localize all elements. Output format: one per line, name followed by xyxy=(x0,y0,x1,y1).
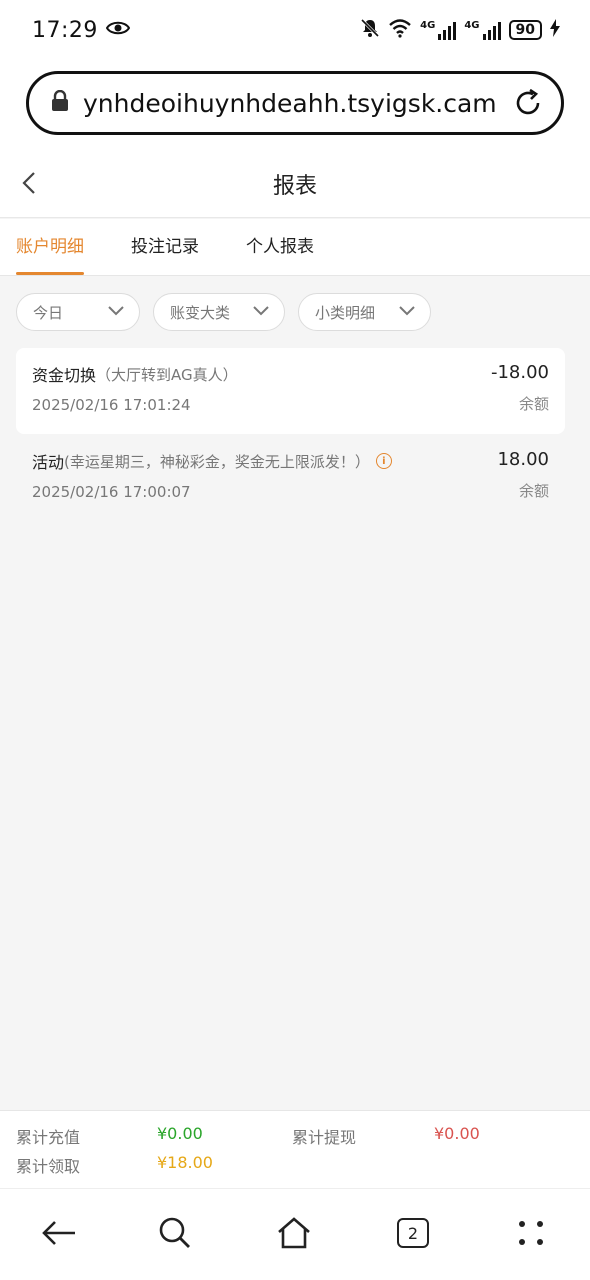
tab-bar: 账户明细 投注记录 个人报表 xyxy=(0,219,590,276)
total-withdraw-label: 累计提现 xyxy=(292,1128,357,1147)
back-chevron-icon[interactable] xyxy=(14,168,44,198)
status-left: 17:29 xyxy=(32,17,131,43)
more-menu-icon[interactable] xyxy=(509,1211,553,1255)
mute-bell-icon xyxy=(360,18,380,42)
record-title: 活动 (幸运星期三，神秘彩金，奖金无上限派发！） i xyxy=(32,449,549,473)
total-withdraw-value: ¥0.00 xyxy=(434,1124,480,1143)
record-subtitle: (幸运星期三，神秘彩金，奖金无上限派发！） xyxy=(64,452,370,471)
total-recharge-value: ¥0.00 xyxy=(157,1124,203,1143)
filter-subcategory-select[interactable]: 小类明细 xyxy=(298,293,431,331)
page-title: 报表 xyxy=(272,173,317,199)
record-type: 活动 xyxy=(32,453,65,472)
search-icon[interactable] xyxy=(153,1211,197,1255)
filter-date-select[interactable]: 今日 xyxy=(16,293,140,331)
tab-account-details[interactable]: 账户明细 xyxy=(16,219,84,276)
summary-footer: 累计充值 ¥0.00 累计提现 ¥0.00 累计领取 ¥18.00 xyxy=(0,1110,590,1188)
record-amount: 18.00 xyxy=(497,449,549,470)
wifi-icon xyxy=(388,18,412,42)
network-type-2: 4G xyxy=(464,20,480,31)
page: 17:29 4G 4G 90 ynhdeoihuynhdeahh.tsyigsk… xyxy=(0,0,590,1280)
info-icon[interactable]: i xyxy=(375,453,392,469)
battery-icon: 90 xyxy=(508,20,542,40)
browser-toolbar: ynhdeoihuynhdeahh.tsyigsk.cam xyxy=(0,60,590,150)
record-balance-label: 余额 xyxy=(518,395,549,413)
signal-icon-2: 4G xyxy=(464,20,501,40)
list-item[interactable]: 活动 (幸运星期三，神秘彩金，奖金无上限派发！） i 2025/02/16 17… xyxy=(16,435,565,521)
eye-icon xyxy=(105,20,131,40)
status-time: 17:29 xyxy=(32,17,98,43)
filter-bar: 今日 账变大类 小类明细 xyxy=(16,293,431,331)
browser-bottom-nav: 2 xyxy=(0,1188,590,1280)
tab-bet-records[interactable]: 投注记录 xyxy=(131,219,199,276)
lock-icon xyxy=(51,89,69,116)
battery-level: 90 xyxy=(515,22,535,38)
total-claimed-value: ¥18.00 xyxy=(157,1153,213,1172)
back-arrow-icon[interactable] xyxy=(37,1211,81,1255)
status-right: 4G 4G 90 xyxy=(360,18,560,42)
record-datetime: 2025/02/16 17:01:24 xyxy=(32,396,191,414)
filter-category-select[interactable]: 账变大类 xyxy=(153,293,285,331)
record-type: 资金切换 xyxy=(32,366,97,385)
record-datetime: 2025/02/16 17:00:07 xyxy=(32,483,191,501)
record-title: 资金切换 （大厅转到AG真人） xyxy=(32,362,549,386)
network-type-1: 4G xyxy=(420,20,436,31)
tab-personal-report[interactable]: 个人报表 xyxy=(246,219,314,276)
filter-subcategory-label: 小类明细 xyxy=(315,303,376,322)
reload-icon[interactable] xyxy=(511,86,545,120)
tabs-count-icon[interactable]: 2 xyxy=(391,1211,435,1255)
url-bar[interactable]: ynhdeoihuynhdeahh.tsyigsk.cam xyxy=(26,71,564,135)
header: 报表 xyxy=(0,150,590,218)
record-amount: -18.00 xyxy=(490,362,549,383)
open-tabs-count: 2 xyxy=(407,1223,419,1243)
chevron-down-icon xyxy=(398,303,416,321)
total-claimed-label: 累计领取 xyxy=(16,1157,81,1176)
list-item[interactable]: 资金切换 （大厅转到AG真人） 2025/02/16 17:01:24 -18.… xyxy=(16,348,565,434)
filter-date-label: 今日 xyxy=(33,303,64,322)
record-subtitle: （大厅转到AG真人） xyxy=(96,365,238,384)
chevron-down-icon xyxy=(252,303,270,321)
home-icon[interactable] xyxy=(272,1211,316,1255)
record-balance-label: 余额 xyxy=(518,482,549,500)
signal-icon-1: 4G xyxy=(420,20,457,40)
filter-category-label: 账变大类 xyxy=(170,303,231,322)
status-bar: 17:29 4G 4G 90 xyxy=(0,0,590,60)
url-text[interactable]: ynhdeoihuynhdeahh.tsyigsk.cam xyxy=(83,89,511,118)
chevron-down-icon xyxy=(107,303,125,321)
total-recharge-label: 累计充值 xyxy=(16,1128,81,1147)
charging-icon xyxy=(550,19,560,41)
